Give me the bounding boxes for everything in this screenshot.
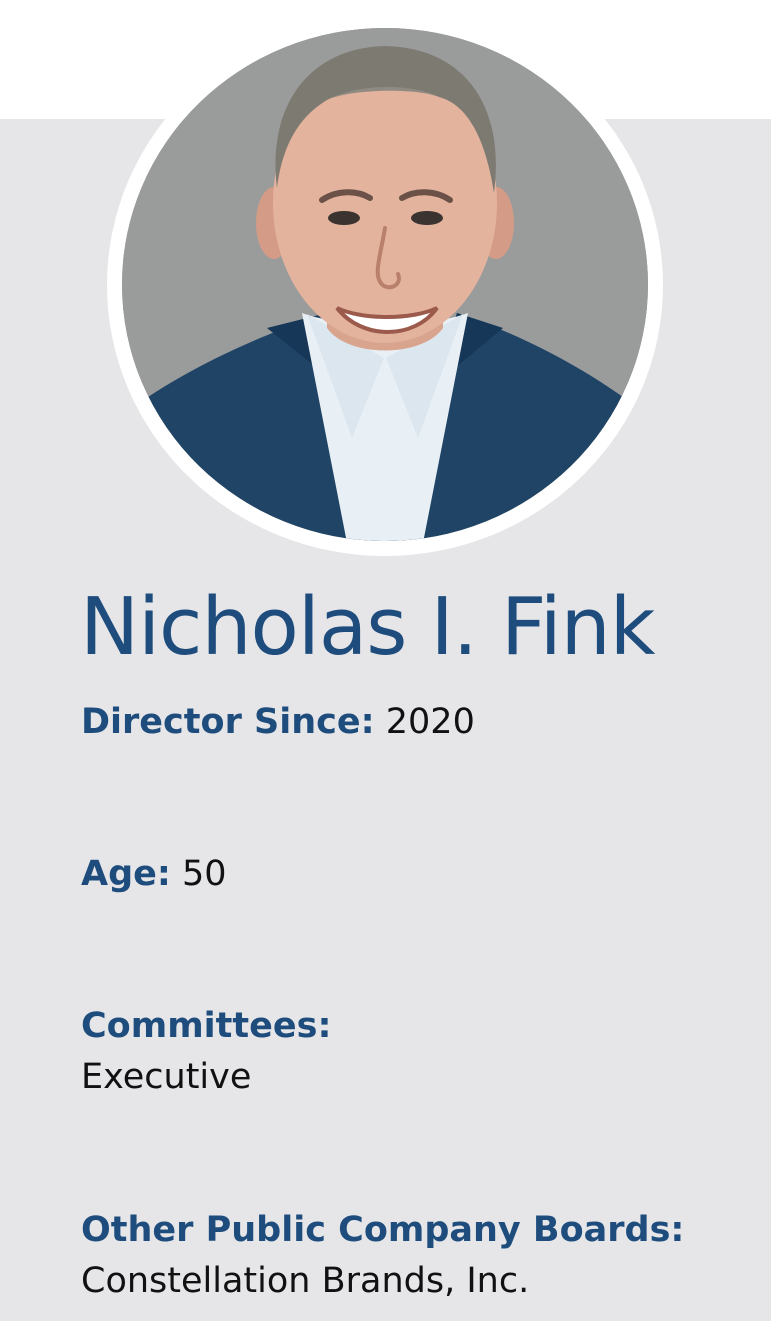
committees-value: Executive: [81, 1056, 252, 1097]
director-since-label: Director Since:: [81, 702, 375, 742]
other-boards-label: Other Public Company Boards:: [81, 1210, 685, 1250]
headshot-photo: [122, 28, 648, 541]
age-label: Age:: [81, 854, 171, 894]
committees-row: Committees: Executive: [81, 1001, 331, 1103]
director-since-value: 2020: [385, 702, 475, 742]
director-since-row: Director Since: 2020: [81, 697, 475, 748]
other-boards-value: Constellation Brands, Inc.: [81, 1260, 530, 1301]
age-value: 50: [182, 854, 227, 894]
director-name: Nicholas I. Fink: [80, 581, 655, 673]
committees-label: Committees:: [81, 1006, 332, 1046]
other-boards-row: Other Public Company Boards: Constellati…: [81, 1205, 684, 1307]
age-row: Age: 50: [81, 849, 227, 900]
